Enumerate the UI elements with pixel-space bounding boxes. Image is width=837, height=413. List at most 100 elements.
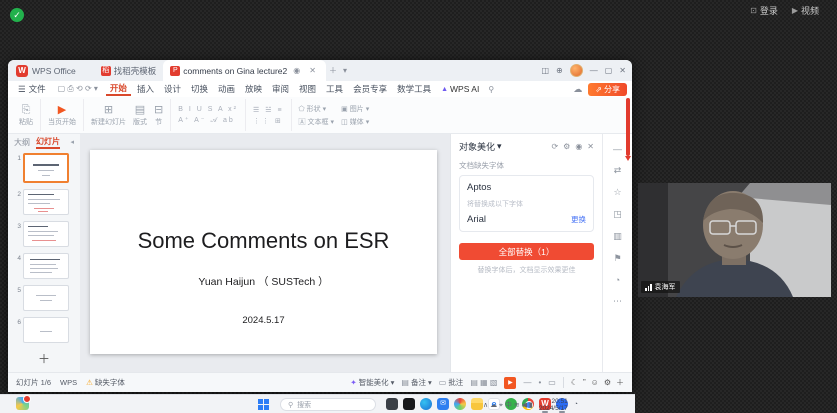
ime-settings-icon[interactable]: ⚙ [604, 378, 611, 387]
punctuation-icon[interactable]: ” [583, 378, 586, 387]
tab-home[interactable]: 开始 [106, 82, 131, 96]
taskbar-clock[interactable]: 20:51 2024/5/17 [539, 398, 568, 412]
wps-collab-label[interactable]: WPS [60, 378, 77, 387]
collapse-strip-icon[interactable]: — [613, 144, 622, 154]
close-panel-icon[interactable]: ✕ [587, 142, 594, 151]
layout-tool-icon[interactable]: ◳ [613, 209, 622, 220]
slide-thumbnail-2[interactable] [23, 189, 69, 215]
pin-panel-icon[interactable]: ◉ [575, 142, 582, 151]
workspace-icon[interactable]: ◫ [541, 66, 549, 75]
edge-icon[interactable] [420, 398, 432, 410]
more-tools-icon[interactable]: ⋯ [613, 296, 622, 307]
play-from-current-button[interactable]: ▶ 当页开始 [48, 104, 76, 127]
app-icon-1[interactable] [386, 398, 398, 410]
file-explorer-icon[interactable] [471, 398, 483, 410]
current-slide[interactable]: Some Comments on ESR Yuan Haijun （ SUSTe… [90, 150, 437, 354]
missing-font-warning[interactable]: ⚠ 缺失字体 [86, 377, 125, 388]
tab-member[interactable]: 会员专享 [349, 83, 391, 95]
media-button[interactable]: ◫ 媒体 ▾ [341, 117, 369, 127]
font-tools-group[interactable]: B I U S A x² A⁺ A⁻ 𝒜 ab [178, 106, 238, 125]
settings-icon[interactable]: ⚙ [563, 142, 570, 151]
replace-all-button[interactable]: 全部替换（1） [459, 243, 594, 260]
slides-tab[interactable]: 幻灯片 [36, 136, 60, 149]
taskbar-search[interactable]: ⚲ 搜索 [280, 398, 376, 411]
tab-slideshow[interactable]: 放映 [241, 83, 266, 95]
outline-tab[interactable]: 大纲 [14, 137, 30, 148]
picture-button[interactable]: ▣ 图片 ▾ [341, 104, 369, 114]
participant-video-feed[interactable]: 袁海军 [638, 183, 831, 297]
app-icon-2[interactable] [403, 398, 415, 410]
tab-docer-templates[interactable]: 稻 找稻壳模板 [94, 60, 164, 81]
start-button[interactable] [258, 399, 269, 410]
wps-ai-button[interactable]: ▲ WPS AI [437, 84, 483, 94]
pin-icon[interactable]: ◉ [290, 66, 303, 75]
tab-view[interactable]: 视图 [295, 83, 320, 95]
new-slide-button[interactable]: ⊞ 新建幻灯片 [91, 104, 126, 127]
flag-tool-icon[interactable]: ⚑ [613, 253, 621, 264]
minimize-button[interactable]: — [590, 66, 598, 75]
panel-title-caret[interactable]: ▾ [497, 141, 502, 152]
slide-thumbnail-4[interactable] [23, 253, 69, 279]
account-avatar[interactable] [570, 64, 583, 77]
layout-button[interactable]: ▤ 版式 [133, 104, 147, 127]
slideshow-play-button[interactable]: ▶ [504, 377, 516, 389]
file-menu[interactable]: ☰ 文件 [14, 83, 50, 95]
moon-icon[interactable]: ☾ [571, 378, 578, 387]
change-font-link[interactable]: 更换 [571, 214, 586, 225]
comments-button[interactable]: ▭ 批注 [439, 377, 464, 388]
tab-document[interactable]: P comments on Gina lecture2 ◉ ✕ [163, 60, 326, 81]
shape-button[interactable]: ⬠ 形状 ▾ [299, 104, 335, 114]
cloud-sync-icon[interactable]: ☁ [573, 84, 582, 95]
refresh-icon[interactable]: ⟳ [551, 142, 558, 151]
tab-math-tools[interactable]: 数学工具 [393, 83, 435, 95]
tab-list-caret[interactable]: ▾ [340, 66, 350, 75]
smart-beautify-button[interactable]: ✦ 智能美化 ▾ [350, 377, 394, 388]
slide-date[interactable]: 2024.5.17 [90, 315, 437, 326]
slide-title[interactable]: Some Comments on ESR [90, 228, 437, 254]
video-toggle-button[interactable]: ▶ 视频 [792, 4, 819, 17]
switch-icon[interactable]: ⇄ [614, 165, 622, 176]
close-tab-icon[interactable]: ✕ [306, 66, 319, 75]
view-mode-icons[interactable]: ▤ ▦ ▧ [470, 378, 497, 387]
new-tab-button[interactable]: ＋ [326, 65, 340, 76]
ime-plus-icon[interactable]: ＋ [616, 377, 624, 388]
notification-bell-icon[interactable]: ◔ [574, 401, 578, 408]
login-button[interactable]: ⊡ 登录 [750, 4, 778, 17]
fit-slide-icon[interactable]: ▭ [548, 378, 556, 387]
tray-icons[interactable]: ∧ ☁ ⌖ 中 ≋ ◀ ▮ [483, 400, 533, 410]
mail-icon[interactable]: ✉ [437, 398, 449, 410]
slide-thumbnail-3[interactable] [23, 221, 69, 247]
tab-animation[interactable]: 动画 [214, 83, 239, 95]
notes-button[interactable]: ▤ 备注 ▾ [401, 377, 431, 388]
slide-thumbnail-5[interactable] [23, 285, 69, 311]
notification-app-icon[interactable] [16, 397, 29, 410]
grid-tool-icon[interactable]: ▥ [613, 231, 622, 242]
tab-tools[interactable]: 工具 [322, 83, 347, 95]
tab-insert[interactable]: 插入 [133, 83, 158, 95]
add-slide-button[interactable]: ＋ [38, 350, 50, 367]
slide-thumbnail-6[interactable] [23, 317, 69, 343]
tab-transition[interactable]: 切换 [187, 83, 212, 95]
photos-icon[interactable] [454, 398, 466, 410]
emoji-icon[interactable]: ☺ [591, 378, 599, 387]
slide-canvas[interactable]: Some Comments on ESR Yuan Haijun （ SUSTe… [80, 134, 450, 372]
collapse-panel-icon[interactable]: ◂ [70, 138, 74, 146]
tab-review[interactable]: 审阅 [268, 83, 293, 95]
globe-icon[interactable]: ⊕ [556, 66, 563, 75]
close-window-button[interactable]: ✕ [619, 66, 626, 75]
slide-author[interactable]: Yuan Haijun （ SUSTech ） [90, 274, 437, 289]
zoom-out-icon[interactable]: — [523, 378, 531, 387]
zoom-slider-handle[interactable]: • [538, 378, 541, 387]
red-scrollbar-indicator[interactable] [626, 98, 630, 156]
favorites-icon[interactable]: ☆ [613, 187, 621, 198]
clock-tool-icon[interactable]: ◔ [615, 275, 620, 285]
paste-button[interactable]: ⎘ 粘贴 [19, 104, 33, 127]
search-icon[interactable]: ⚲ [485, 85, 497, 94]
slide-thumbnail-1[interactable] [23, 153, 69, 183]
section-button[interactable]: ⊟ 节 [154, 104, 163, 127]
textbox-button[interactable]: 🄰 文本框 ▾ [299, 117, 335, 127]
share-button[interactable]: ⇗ 分享 [588, 83, 627, 96]
maximize-button[interactable]: ▢ [605, 66, 613, 75]
quick-access-toolbar[interactable]: ▢ ⎙ ⟲ ⟳ ▾ [52, 84, 104, 94]
tab-design[interactable]: 设计 [160, 83, 185, 95]
